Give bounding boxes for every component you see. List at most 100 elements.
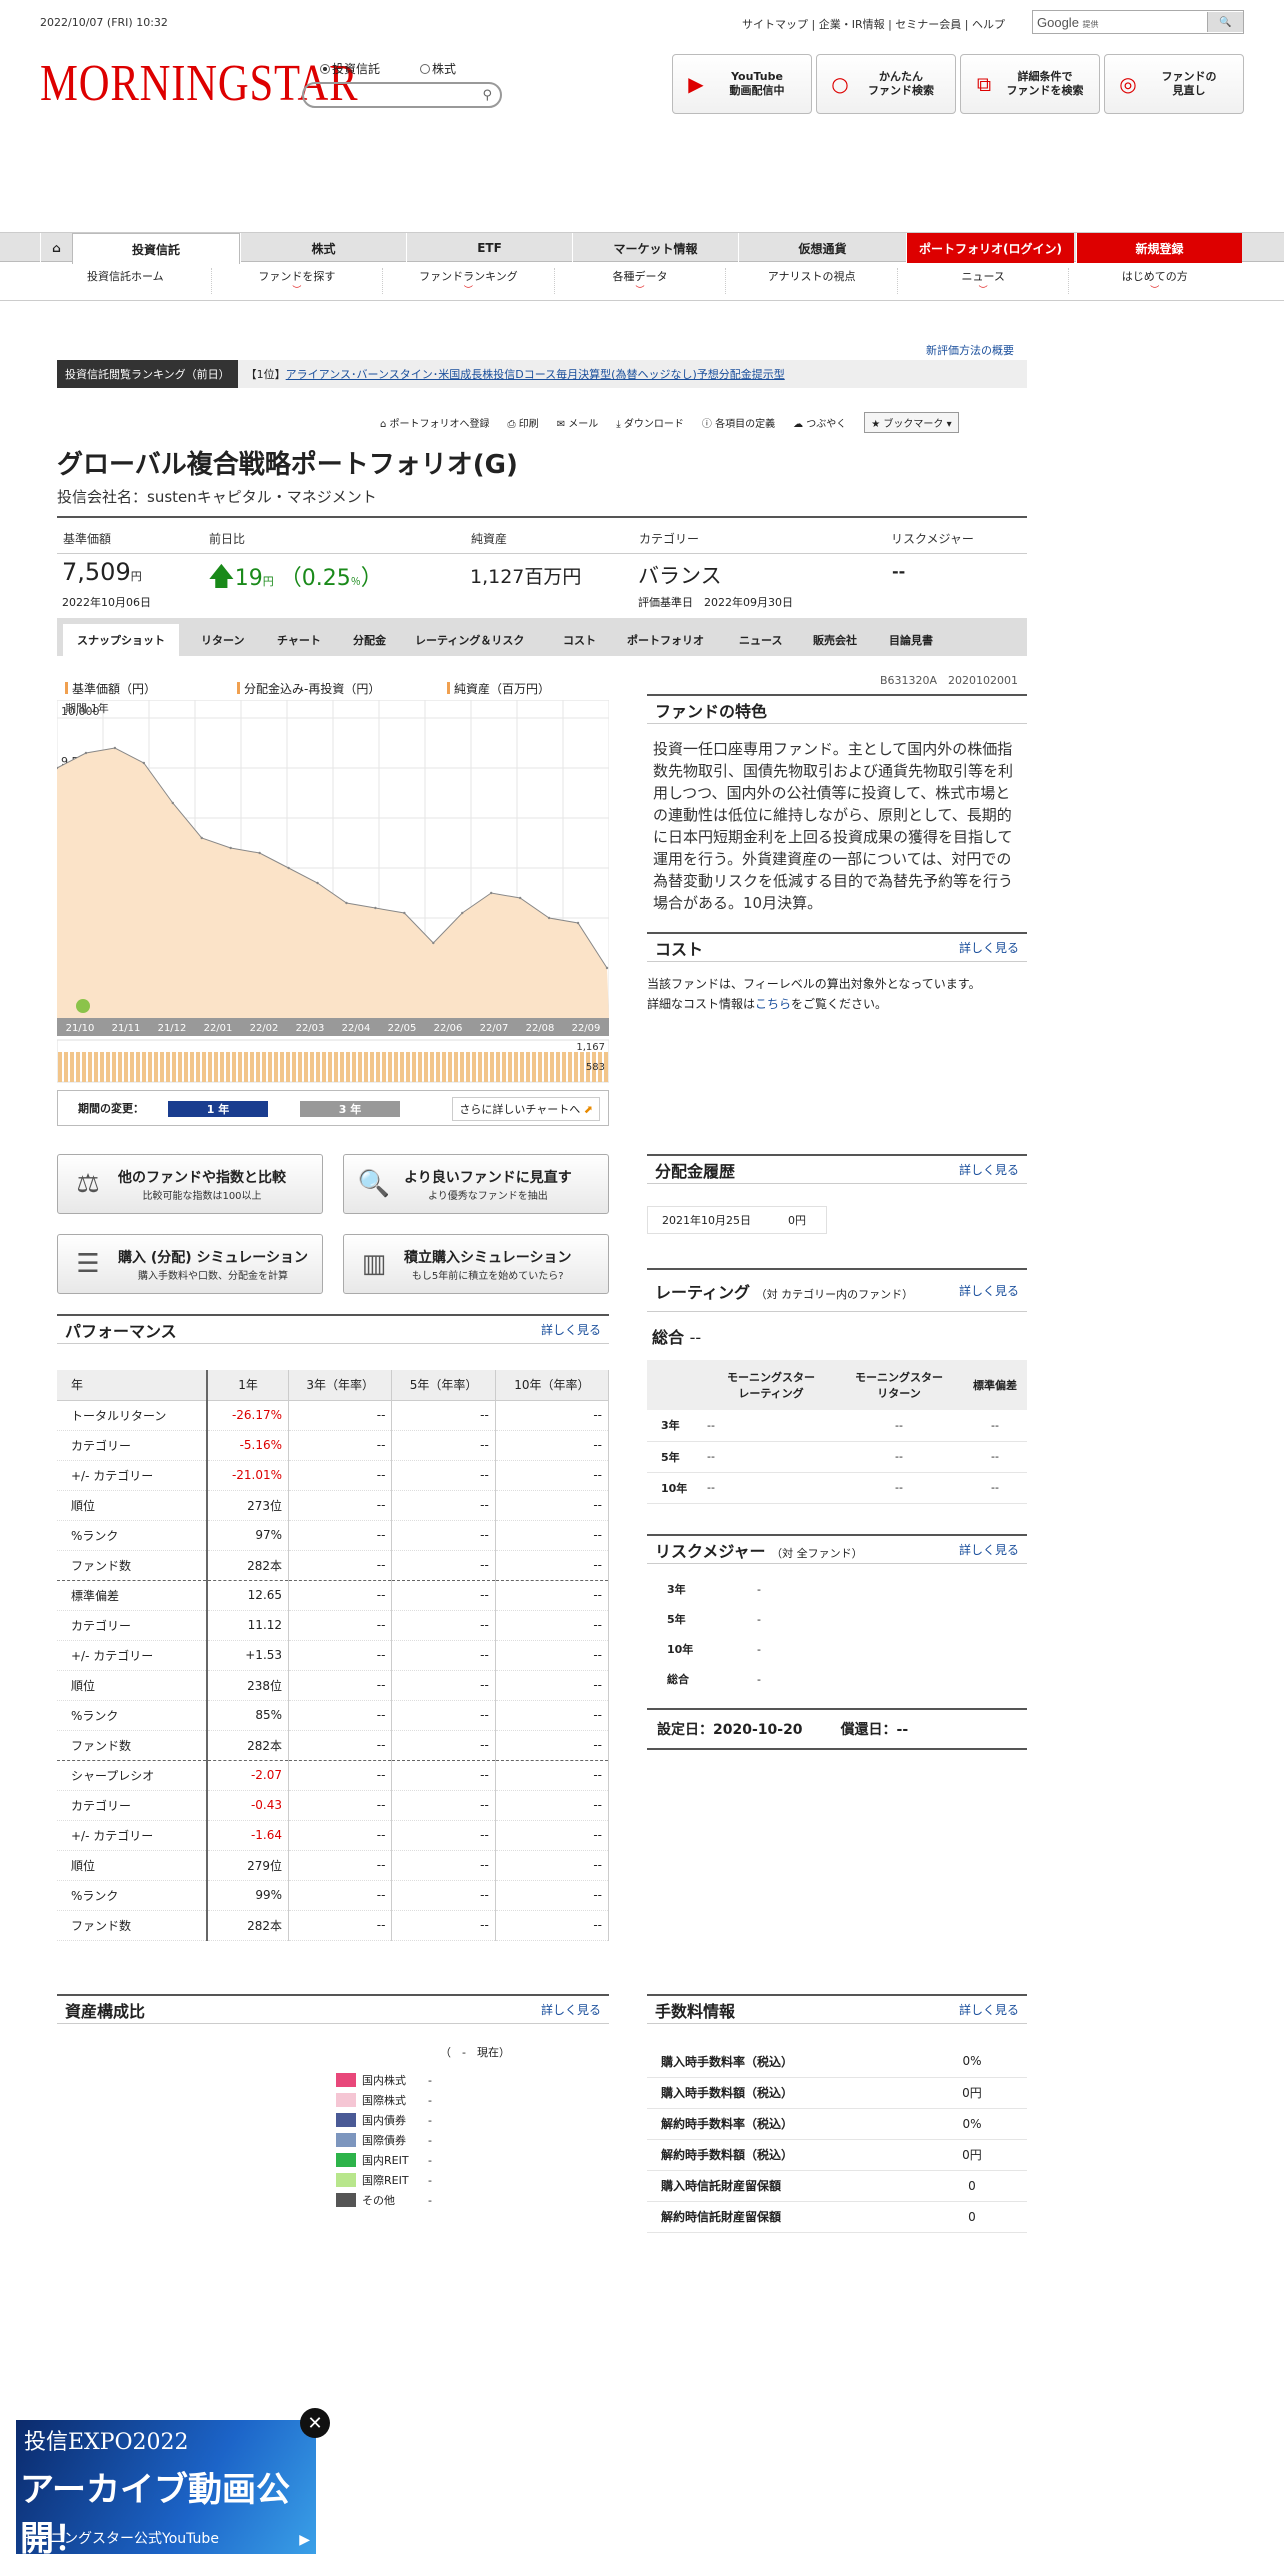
- print-button[interactable]: ⎙ 印刷: [508, 415, 539, 430]
- portfolio-register-button[interactable]: ⌂ ポートフォリオへ登録: [380, 415, 490, 430]
- volume-bar: [118, 1052, 122, 1082]
- tab-portfolio-login[interactable]: ポートフォリオ(ログイン): [906, 233, 1074, 263]
- subtab-news[interactable]: ニュース: [739, 624, 782, 656]
- subnav-fund-home[interactable]: 投資信託ホーム: [40, 268, 212, 294]
- allocation-item: 国際株式 -: [336, 2090, 432, 2110]
- volume-bar: [286, 1052, 290, 1082]
- subtab-snapshot[interactable]: スナップショット: [63, 624, 179, 656]
- radio-fund[interactable]: 投資信託: [320, 60, 380, 77]
- rating-more-link[interactable]: 詳しく見る: [959, 1282, 1019, 1299]
- feature-title: ファンドの特色: [655, 701, 768, 721]
- expo-banner[interactable]: 投信EXPO2022 アーカイブ動画公開！ モーニングスター公式YouTube …: [16, 2420, 316, 2554]
- quick-button-label: YouTube 動画配信中: [729, 70, 785, 97]
- subtab-distributors[interactable]: 販売会社: [813, 624, 857, 656]
- performance-more-link[interactable]: 詳しく見る: [541, 1321, 601, 1338]
- tab-crypto[interactable]: 仮想通貨: [738, 233, 906, 263]
- search-icon[interactable]: ⚲: [482, 88, 492, 103]
- period-3y-button[interactable]: 3 年: [300, 1101, 400, 1117]
- mail-button[interactable]: ✉ メール: [557, 415, 599, 430]
- purchase-simulation-button[interactable]: ☰ 購入 (分配) シミュレーション 購入手数料や口数、分配金を計算: [57, 1234, 323, 1294]
- subtab-dividend[interactable]: 分配金: [353, 624, 386, 656]
- allocation-value: -: [428, 2153, 432, 2167]
- value-empty: --: [288, 1550, 393, 1581]
- performance-table: 年 1年 3年（年率） 5年（年率） 10年（年率） トータルリターン -26.1…: [57, 1370, 610, 1941]
- subnav-find-fund[interactable]: ファンドを探す ︶: [212, 268, 384, 296]
- volume-bar: [520, 1052, 524, 1082]
- subnav-data[interactable]: 各種データ ︶: [555, 268, 727, 296]
- value-empty: --: [288, 1579, 393, 1611]
- easy-fund-search-button[interactable]: ○ かんたん ファンド検索: [816, 54, 956, 114]
- assets-header: 資産構成比 詳しく見る: [57, 1994, 609, 2024]
- subnav-analyst[interactable]: アナリストの視点: [726, 268, 898, 294]
- performance-row: %ランク 97% -- -- --: [57, 1520, 610, 1551]
- chevron-down-icon: ︶: [1150, 286, 1160, 296]
- risk-row: 総合 -: [667, 1672, 761, 1687]
- fund-review-button[interactable]: ◎ ファンドの 見直し: [1104, 54, 1244, 114]
- fee-value: 0円: [917, 2139, 1027, 2171]
- subnav-news[interactable]: ニュース ︶: [898, 268, 1070, 296]
- subtab-rating-risk[interactable]: レーティング＆リスク: [415, 624, 524, 656]
- price-chart[interactable]: 基準価額（円） 分配金込み-再投資（円） 純資産（百万円） 10,0009,50…: [57, 680, 609, 1083]
- volume-bar: [550, 1052, 554, 1082]
- allocation-value: -: [428, 2193, 432, 2207]
- value-empty: --: [495, 1490, 610, 1521]
- subtab-return[interactable]: リターン: [201, 624, 244, 656]
- more-chart-link[interactable]: さらに詳しいチャートへ ⬈: [452, 1097, 600, 1121]
- subnav-ranking[interactable]: ファンドランキング ︶: [383, 268, 555, 296]
- close-icon[interactable]: ✕: [300, 2408, 330, 2438]
- volume-bar: [100, 1052, 104, 1082]
- volume-bar: [376, 1052, 380, 1082]
- riskmeasure-more-link[interactable]: 詳しく見る: [959, 1541, 1019, 1558]
- search-icon[interactable]: 🔍: [1207, 12, 1243, 32]
- search-type-radios[interactable]: 投資信託 株式: [320, 60, 456, 77]
- download-button[interactable]: ⤓ ダウンロード: [616, 415, 684, 430]
- tab-funds[interactable]: 投資信託: [72, 233, 240, 264]
- performance-row: カテゴリー -0.43 -- -- --: [57, 1790, 610, 1821]
- value-empty: --: [288, 1460, 393, 1491]
- subtab-prospectus[interactable]: 目論見書: [889, 624, 933, 656]
- fee-label: 購入時手数料率（税込）: [647, 2046, 917, 2078]
- subtab-cost[interactable]: コスト: [563, 624, 596, 656]
- google-search-box[interactable]: Google 提供 🔍: [1032, 10, 1244, 34]
- assets-more-link[interactable]: 詳しく見る: [541, 2001, 601, 2018]
- eval-method-link[interactable]: 新評価方法の概要: [926, 342, 1014, 358]
- chart-period-label: 期間:1年: [65, 701, 109, 715]
- better-fund-button[interactable]: 🔍 より良いファンドに見直す より優秀なファンドを抽出: [343, 1154, 609, 1214]
- volume-bar: [196, 1052, 200, 1082]
- cost-more-link[interactable]: 詳しく見る: [959, 939, 1019, 956]
- compare-funds-button[interactable]: ⚖ 他のファンドや指数と比較 比較可能な指数は100以上: [57, 1154, 323, 1214]
- bookmark-button[interactable]: ★ ブックマーク ▾: [864, 412, 959, 433]
- cost-detail-link[interactable]: こちら: [755, 997, 791, 1011]
- volume-bar: [478, 1052, 482, 1082]
- tab-register[interactable]: 新規登録: [1076, 233, 1242, 263]
- value-empty: --: [495, 1670, 610, 1701]
- value-1y: -26.17%: [207, 1400, 290, 1431]
- radio-stock[interactable]: 株式: [420, 60, 456, 77]
- dividend-more-link[interactable]: 詳しく見る: [959, 1161, 1019, 1178]
- feature-text: 投資一任口座専用ファンド。主として国内外の株価指数先物取引、国債先物取引および通…: [653, 740, 1014, 912]
- volume-bar: [112, 1052, 116, 1082]
- value-empty: --: [495, 1790, 610, 1821]
- top-links[interactable]: サイトマップ | 企業・IR情報 | セミナー会員 | ヘルプ: [742, 16, 1005, 32]
- youtube-button[interactable]: ▶ YouTube 動画配信中: [672, 54, 812, 114]
- subtab-portfolio[interactable]: ポートフォリオ: [627, 624, 704, 656]
- tab-stocks[interactable]: 株式: [240, 233, 406, 263]
- tab-etf[interactable]: ETF: [406, 233, 572, 263]
- ranking-link[interactable]: アライアンス･バーンスタイン･米国成長株投信Dコース毎月決算型(為替ヘッジなし)…: [286, 368, 785, 381]
- period-1y-button[interactable]: 1 年: [168, 1101, 268, 1117]
- detailed-fund-search-button[interactable]: ⧉ 詳細条件で ファンドを検索: [960, 54, 1100, 114]
- subtab-chart[interactable]: チャート: [277, 624, 321, 656]
- volume-bar: [442, 1052, 446, 1082]
- tab-market[interactable]: マーケット情報: [572, 233, 738, 263]
- definitions-button[interactable]: ⓘ 各項目の定義: [702, 415, 775, 430]
- home-icon[interactable]: ⌂: [40, 233, 72, 263]
- accumulation-simulation-button[interactable]: ▥ 積立購入シミュレーション もし5年前に積立を始めていたら?: [343, 1234, 609, 1294]
- value-empty: --: [495, 1730, 610, 1761]
- volume-bar: [364, 1052, 368, 1082]
- fees-more-link[interactable]: 詳しく見る: [959, 2001, 1019, 2018]
- row-label: %ランク: [57, 1880, 208, 1911]
- tweet-button[interactable]: ☁ つぶやく: [793, 415, 846, 430]
- header-search-input[interactable]: ⚲: [302, 82, 502, 108]
- subnav-beginners[interactable]: はじめての方 ︶: [1069, 268, 1240, 296]
- value-empty: --: [495, 1700, 610, 1731]
